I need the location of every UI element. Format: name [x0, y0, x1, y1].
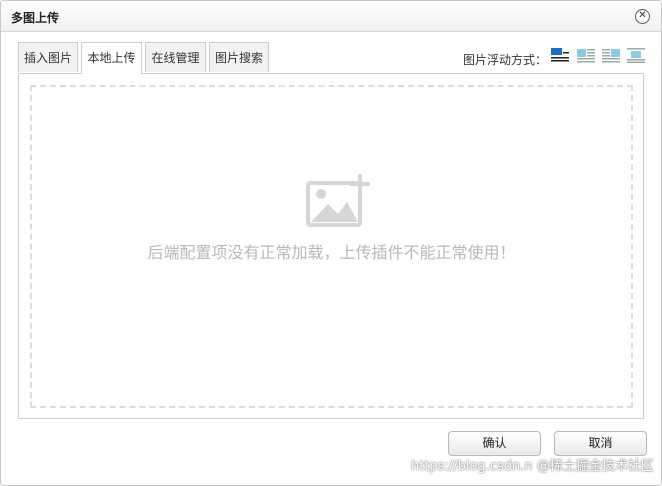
upload-error-message: 后端配置项没有正常加载，上传插件不能正常使用！: [147, 243, 516, 262]
watermark: https://blog.csdn.n @稀土掘金技术社区: [411, 459, 654, 474]
float-none-icon[interactable]: [550, 47, 570, 63]
upload-panel: 后端配置项没有正常加载，上传插件不能正常使用！: [18, 73, 644, 419]
image-add-icon: [306, 174, 372, 233]
tab-image-search[interactable]: 图片搜索: [209, 42, 269, 72]
tab-local-upload[interactable]: 本地上传: [81, 42, 142, 74]
tab-online-manage[interactable]: 在线管理: [145, 42, 206, 72]
upload-dropzone[interactable]: 后端配置项没有正常加载，上传插件不能正常使用！: [30, 85, 633, 408]
float-right-icon[interactable]: [601, 47, 621, 63]
tab-insert-image[interactable]: 插入图片: [18, 42, 78, 72]
float-mode-label: 图片浮动方式：: [463, 53, 548, 67]
dialog-titlebar: 多图上传 ✕: [1, 1, 661, 32]
close-icon[interactable]: ✕: [635, 9, 650, 24]
multi-image-upload-dialog: 多图上传 ✕ 插入图片 本地上传 在线管理 图片搜索 图片浮动方式： 后端配置项…: [0, 0, 662, 486]
cancel-button[interactable]: 取消: [554, 431, 647, 456]
float-center-icon[interactable]: [626, 47, 646, 63]
float-left-icon[interactable]: [576, 47, 596, 63]
dialog-title: 多图上传: [11, 11, 60, 25]
confirm-button[interactable]: 确认: [448, 431, 541, 456]
